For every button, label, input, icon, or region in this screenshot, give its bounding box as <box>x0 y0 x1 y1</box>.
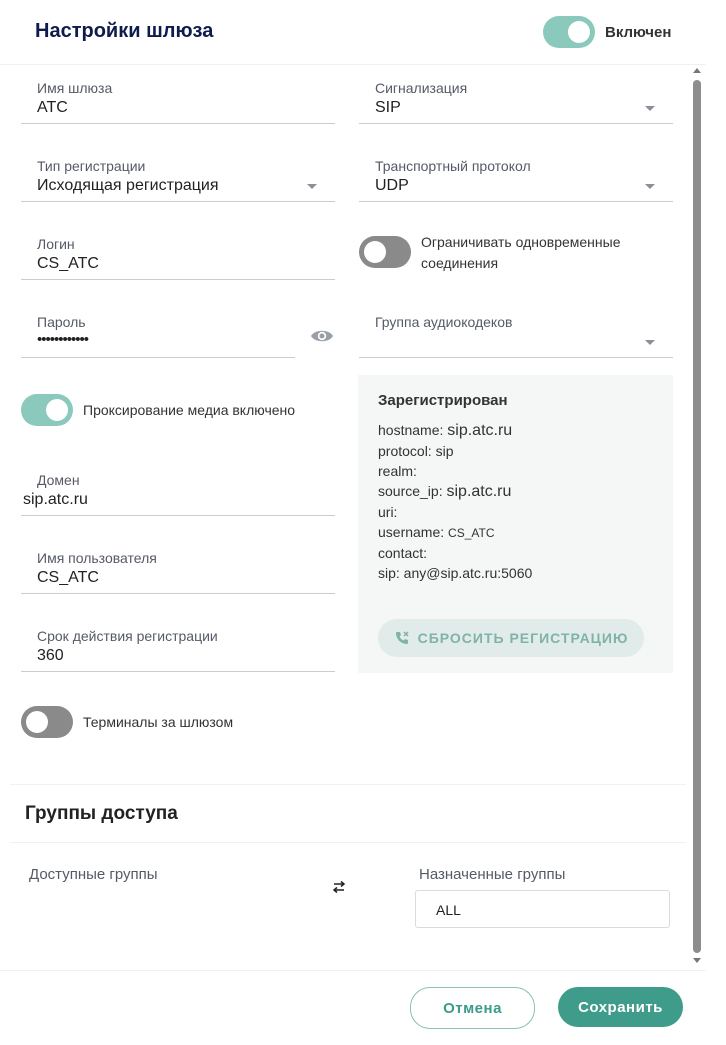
limit-connections-toggle[interactable] <box>359 236 411 268</box>
scroll-up-arrow-icon[interactable] <box>693 68 701 73</box>
reg-hostname-value: sip.atc.ru <box>447 422 513 439</box>
reg-protocol: protocol: sip <box>378 443 454 459</box>
reg-source-ip-key: source_ip: <box>378 483 443 499</box>
assigned-groups-list: ALL <box>415 890 670 928</box>
login-value: CS_ATC <box>37 255 99 272</box>
gateway-name-field[interactable]: Имя шлюза ATC <box>21 66 335 124</box>
username-label: Имя пользователя <box>37 550 157 566</box>
reset-registration-button[interactable]: СБРОСИТЬ РЕГИСТРАЦИЮ <box>378 619 644 657</box>
audio-codecs-label: Группа аудиокодеков <box>375 314 513 330</box>
media-proxy-label: Проксирование медиа включено <box>83 402 296 418</box>
chevron-down-icon <box>645 184 655 189</box>
registration-details: hostname: sip.atc.ru protocol: sip realm… <box>378 420 532 583</box>
login-field[interactable]: Логин CS_ATC <box>21 222 335 280</box>
domain-label: Домен <box>37 472 80 488</box>
username-value: CS_ATC <box>37 569 99 586</box>
toggle-knob <box>364 241 386 263</box>
expiry-value: 360 <box>37 647 64 664</box>
reg-hostname: hostname: sip.atc.ru <box>378 420 532 441</box>
transport-value: UDP <box>375 177 409 194</box>
swap-arrows-icon[interactable] <box>331 880 347 894</box>
cancel-button[interactable]: Отмена <box>410 987 535 1029</box>
terminals-label: Терминалы за шлюзом <box>83 714 234 730</box>
reg-source-ip-value: sip.atc.ru <box>446 483 512 500</box>
username-field[interactable]: Имя пользователя CS_ATC <box>21 536 335 594</box>
reg-username-value: CS_ATC <box>448 526 495 540</box>
dialog-header: Настройки шлюза Включен <box>0 0 706 65</box>
limit-connections-label-line2: соединения <box>421 255 499 271</box>
chevron-down-icon <box>645 340 655 345</box>
section-divider <box>10 842 686 843</box>
reg-sip: sip: any@sip.atc.ru:5060 <box>378 565 533 581</box>
expiry-label: Срок действия регистрации <box>37 628 218 644</box>
assigned-groups-label: Назначенные группы <box>419 866 566 883</box>
chevron-down-icon <box>645 106 655 111</box>
reg-uri: uri: <box>378 504 398 520</box>
phone-reset-icon <box>395 631 409 644</box>
dialog-title: Настройки шлюза <box>35 20 214 42</box>
password-value: •••••••••••• <box>37 331 89 348</box>
available-groups-label: Доступные группы <box>29 866 158 883</box>
registration-status: Зарегистрирован <box>378 392 508 409</box>
reg-source-ip: source_ip: sip.atc.ru <box>378 481 532 502</box>
toggle-knob <box>26 711 48 733</box>
signaling-label: Сигнализация <box>375 80 468 96</box>
show-password-icon[interactable] <box>310 326 334 346</box>
registration-status-card: Зарегистрирован hostname: sip.atc.ru pro… <box>358 375 673 673</box>
footer-divider <box>0 970 706 971</box>
gateway-name-value: ATC <box>37 99 68 116</box>
reset-registration-label: СБРОСИТЬ РЕГИСТРАЦИЮ <box>417 630 629 646</box>
registration-type-select[interactable]: Тип регистрации Исходящая регистрация <box>21 144 335 202</box>
terminals-toggle[interactable] <box>21 706 73 738</box>
toggle-knob <box>46 399 68 421</box>
audio-codecs-select[interactable]: Группа аудиокодеков <box>359 300 673 358</box>
toggle-knob <box>568 21 590 43</box>
reg-contact: contact: <box>378 545 428 561</box>
signaling-select[interactable]: Сигнализация SIP <box>359 66 673 124</box>
gateway-name-label: Имя шлюза <box>37 80 113 96</box>
signaling-value: SIP <box>375 99 401 116</box>
reg-username-key: username: <box>378 524 445 540</box>
domain-field[interactable]: Домен sip.atc.ru <box>21 458 335 516</box>
save-button[interactable]: Сохранить <box>558 987 683 1027</box>
reg-hostname-key: hostname: <box>378 422 444 438</box>
scrollbar-thumb[interactable] <box>693 80 701 953</box>
registration-type-value: Исходящая регистрация <box>37 177 219 194</box>
enabled-label: Включен <box>605 24 672 41</box>
domain-value: sip.atc.ru <box>23 491 88 508</box>
chevron-down-icon <box>307 184 317 189</box>
transport-select[interactable]: Транспортный протокол UDP <box>359 144 673 202</box>
limit-connections-label-line1: Ограничивать одновременные <box>421 234 621 250</box>
password-field[interactable]: Пароль •••••••••••• <box>21 300 295 358</box>
section-divider <box>10 784 686 785</box>
login-label: Логин <box>37 236 75 252</box>
password-label: Пароль <box>37 314 86 330</box>
assigned-group-item[interactable]: ALL <box>436 902 461 918</box>
reg-realm: realm: <box>378 463 417 479</box>
limit-connections-label: Ограничивать одновременные соединения <box>421 232 621 274</box>
transport-label: Транспортный протокол <box>375 158 531 174</box>
reg-username: username: CS_ATC <box>378 522 532 543</box>
access-groups-title: Группы доступа <box>25 803 178 824</box>
enabled-toggle[interactable] <box>543 16 595 48</box>
registration-type-label: Тип регистрации <box>37 158 146 174</box>
scroll-down-arrow-icon[interactable] <box>693 958 701 963</box>
media-proxy-toggle[interactable] <box>21 394 73 426</box>
expiry-field[interactable]: Срок действия регистрации 360 <box>21 614 335 672</box>
